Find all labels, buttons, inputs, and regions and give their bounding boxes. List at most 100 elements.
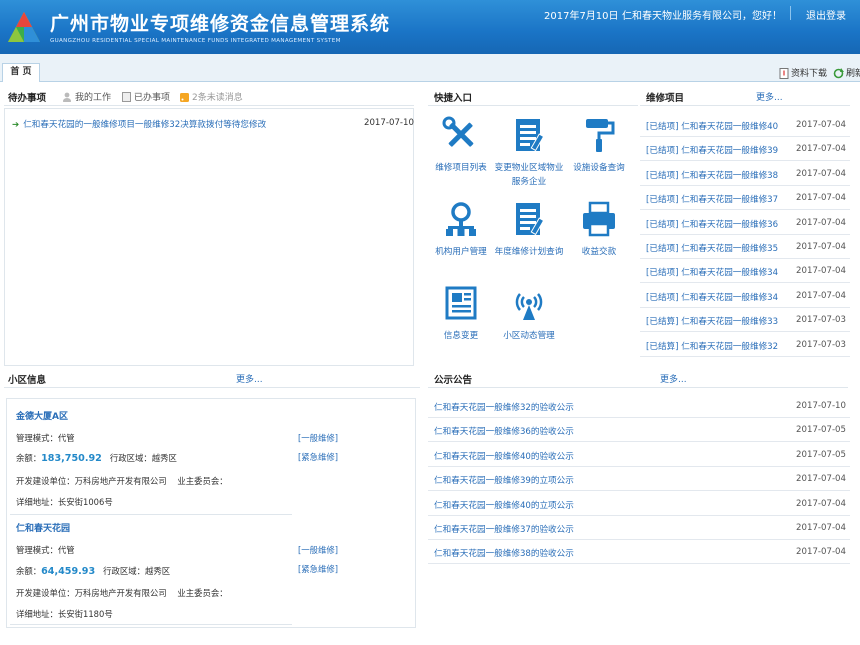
community-committee: 业主委员会： — [177, 476, 228, 486]
general-repair-link[interactable]: [一般维修] — [298, 544, 338, 556]
list-item-date: 2017-07-04 — [796, 547, 846, 558]
list-item[interactable]: [已结项] 仁和春天花园一般维修39 2017-07-04 — [640, 137, 850, 162]
header-divider — [790, 6, 791, 20]
community-address: 详细地址：长安街1006号 — [16, 497, 113, 507]
list-item-title: [已结项] 仁和春天花园一般维修38 — [646, 170, 779, 181]
list-item[interactable]: [已结算] 仁和春天花园一般维修33 2017-07-03 — [640, 308, 850, 333]
list-item-title: [已结项] 仁和春天花园一般维修39 — [646, 146, 779, 157]
list-item[interactable]: [已结项] 仁和春天花园一般维修40 2017-07-04 — [640, 113, 850, 137]
todo-header: 待办事项 我的工作 已办事项 2条未读消息 — [4, 84, 414, 106]
community-developer: 开发建设单位：万科房地产开发有限公司 — [16, 588, 167, 598]
quick-community-dynamics[interactable]: 小区动态管理 — [491, 284, 567, 343]
quick-annual-plan-label: 年度维修计划查询 — [494, 247, 564, 257]
plan-edit-icon — [516, 203, 545, 236]
quick-annual-plan[interactable]: 年度维修计划查询 — [491, 200, 567, 259]
list-item-date: 2017-07-04 — [796, 266, 846, 277]
list-item[interactable]: 仁和春天花园一般维修36的验收公示 2017-07-05 — [428, 418, 850, 443]
balance-label: 余额： — [16, 453, 42, 463]
list-item-title: [已结项] 仁和春天花园一般维修34 — [646, 268, 779, 279]
person-icon — [63, 92, 71, 102]
community-name[interactable]: 仁和春天花园 — [16, 521, 70, 534]
list-item[interactable]: [已结项] 仁和春天花园一般维修34 2017-07-04 — [640, 259, 850, 284]
projects-more-link[interactable]: 更多... — [756, 90, 783, 103]
quick-info-change-label: 信息变更 — [443, 331, 479, 341]
document-icon — [122, 92, 131, 102]
paint-roller-icon — [586, 119, 615, 152]
todo-item[interactable]: ➔ 仁和春天花园的一般维修项目一般维修32决算款拨付等待您修改 — [12, 118, 412, 132]
list-item-date: 2017-07-04 — [796, 120, 846, 130]
list-item-title: [已结项] 仁和春天花园一般维修35 — [646, 244, 779, 254]
general-repair-link[interactable]: [一般维修] — [298, 432, 338, 444]
list-item[interactable]: 仁和春天花园一般维修40的验收公示 2017-07-05 — [428, 443, 850, 467]
newspaper-icon — [445, 286, 477, 320]
community-mode: 管理模式：代管 — [16, 545, 75, 555]
notices-header: 公示公告 更多... — [428, 366, 848, 388]
list-item-date: 2017-07-04 — [796, 474, 846, 485]
balance-label: 余额： — [16, 566, 42, 576]
emergency-repair-link[interactable]: [紧急维修] — [298, 563, 338, 575]
list-item[interactable]: 仁和春天花园一般维修40的立项公示 2017-07-04 — [428, 492, 850, 516]
community-district: 行政区域：越秀区 — [109, 453, 177, 463]
quick-community-dynamics-label: 小区动态管理 — [503, 331, 555, 341]
quick-change-company[interactable]: 变更物业区域物业服务企业 — [491, 116, 567, 189]
list-item-date: 2017-07-04 — [796, 193, 846, 204]
list-item[interactable]: 仁和春天花园一般维修38的验收公示 2017-07-04 — [428, 540, 850, 565]
tab-bar: 首 页 — [0, 54, 860, 82]
community-balance-line: 余额：64,459.93 行政区域：越秀区 — [16, 565, 170, 577]
todo-frame — [4, 108, 414, 366]
list-item[interactable]: [已结项] 仁和春天花园一般维修34 2017-07-04 — [640, 284, 850, 308]
list-item-date: 2017-07-03 — [796, 339, 846, 350]
org-user-icon — [446, 202, 476, 236]
list-item-title: 仁和春天花园一般维修38的验收公示 — [434, 549, 574, 560]
unread-messages-link[interactable]: 2条未读消息 — [180, 90, 243, 103]
printer-icon — [583, 201, 615, 237]
list-item[interactable]: [已结算] 仁和春天花园一般维修32 2017-07-03 — [640, 333, 850, 357]
quick-org-users[interactable]: 机构用户管理 — [423, 200, 499, 259]
emergency-repair-link[interactable]: [紧急维修] — [298, 451, 338, 463]
list-item[interactable]: 仁和春天花园一般维修37的验收公示 2017-07-04 — [428, 516, 850, 540]
list-item-date: 2017-07-04 — [796, 217, 846, 228]
community-name[interactable]: 金德大厦A区 — [16, 409, 68, 422]
my-work-link[interactable]: 我的工作 — [62, 90, 111, 103]
quick-header: 快捷入口 — [428, 84, 638, 106]
quick-repair-list[interactable]: 维修项目列表 — [423, 116, 499, 175]
quick-facility-query[interactable]: 设施设备查询 — [561, 116, 637, 175]
list-item-title: [已结算] 仁和春天花园一般维修32 — [646, 341, 779, 352]
arrow-right-icon: ➔ — [12, 120, 20, 130]
community-developer: 开发建设单位：万科房地产开发有限公司 — [16, 476, 167, 486]
todo-item-text: 仁和春天花园的一般维修项目一般维修32决算款拨付等待您修改 — [23, 120, 267, 130]
quick-facility-query-label: 设施设备查询 — [573, 163, 625, 173]
list-item[interactable]: [已结项] 仁和春天花园一般维修38 2017-07-04 — [640, 162, 850, 186]
current-date: 2017年7月10日 — [544, 11, 619, 22]
refresh-button[interactable]: 刷新 — [833, 66, 860, 79]
user-greeting: 仁和春天物业服务有限公司，您好！ — [622, 11, 782, 22]
logout-link[interactable]: 退出登录 — [806, 7, 846, 22]
community-more-link[interactable]: 更多... — [236, 372, 263, 385]
list-item[interactable]: [已结项] 仁和春天花园一般维修35 2017-07-04 — [640, 235, 850, 259]
list-item-title: 仁和春天花园一般维修37的验收公示 — [434, 525, 574, 535]
list-item-title: [已结项] 仁和春天花园一般维修34 — [646, 292, 779, 303]
list-item-title: 仁和春天花园一般维修40的验收公示 — [434, 451, 574, 462]
list-item-title: 仁和春天花园一般维修36的验收公示 — [434, 427, 574, 438]
notices-more-link[interactable]: 更多... — [660, 372, 687, 385]
tab-home[interactable]: 首 页 — [2, 63, 40, 82]
quick-org-users-label: 机构用户管理 — [435, 247, 487, 257]
list-item[interactable]: 仁和春天花园一般维修32的验收公示 2017-07-10 — [428, 394, 850, 418]
done-items-link[interactable]: 已办事项 — [122, 90, 170, 103]
community-committee: 业主委员会： — [177, 588, 228, 598]
list-item-title: 仁和春天花园一般维修39的立项公示 — [434, 476, 574, 487]
list-item[interactable]: [已结项] 仁和春天花园一般维修37 2017-07-04 — [640, 186, 850, 211]
quick-info-change[interactable]: 信息变更 — [423, 284, 499, 343]
list-item[interactable]: 仁和春天花园一般维修39的立项公示 2017-07-04 — [428, 467, 850, 492]
list-item[interactable]: [已结项] 仁和春天花园一般维修36 2017-07-04 — [640, 211, 850, 235]
quick-change-company-label: 变更物业区域物业服务企业 — [494, 163, 564, 187]
projects-header: 维修项目 更多... — [640, 84, 850, 106]
community-developer-line: 开发建设单位：万科房地产开发有限公司 业主委员会： — [16, 587, 228, 599]
download-label: 资料下载 — [791, 69, 828, 79]
list-item-date: 2017-07-10 — [796, 401, 846, 411]
list-item-title: 仁和春天花园一般维修40的立项公示 — [434, 500, 574, 511]
download-button[interactable]: 资料下载 — [779, 66, 827, 79]
community-header: 小区信息 更多... — [4, 366, 420, 388]
quick-income-payment[interactable]: 收益交款 — [561, 200, 637, 259]
system-subtitle: GUANGZHOU RESIDENTIAL SPECIAL MAINTENANC… — [50, 38, 341, 44]
